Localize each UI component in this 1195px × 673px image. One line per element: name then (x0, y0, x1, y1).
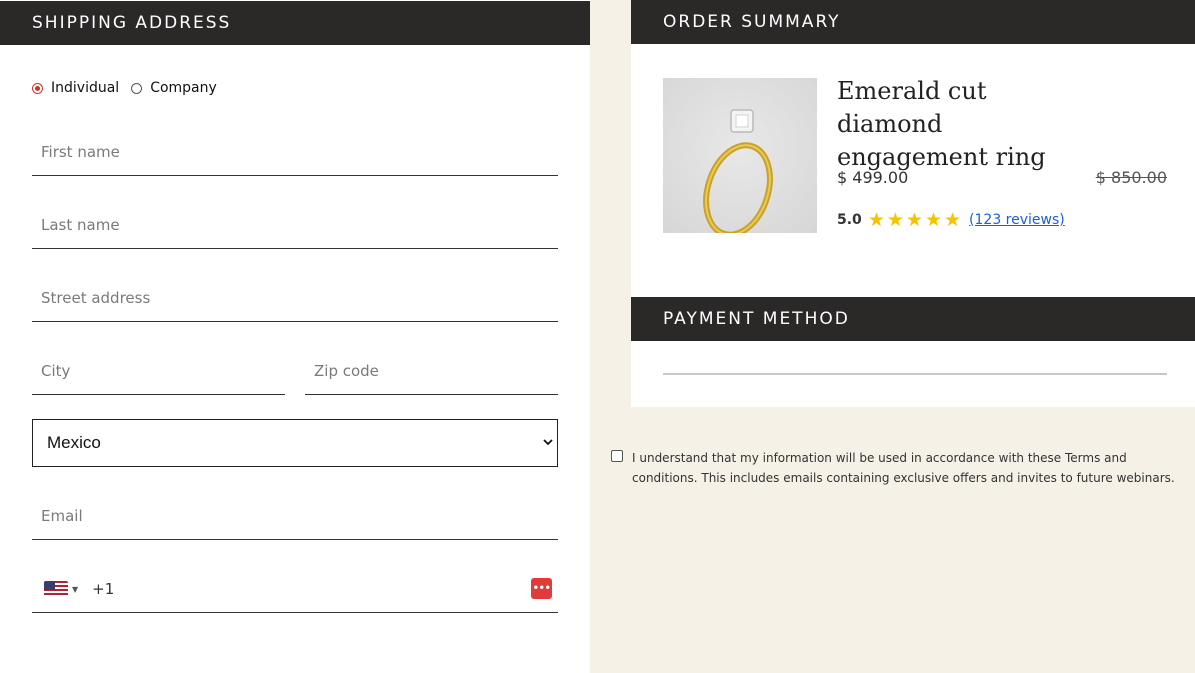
chevron-down-icon (543, 437, 553, 449)
country-selected-value: Mexico (47, 433, 101, 452)
star-icon: ★ (944, 209, 962, 231)
rating-value: 5.0 (837, 212, 862, 228)
company-label[interactable]: Company (150, 80, 217, 96)
street-address-input[interactable] (32, 275, 558, 321)
terms-checkbox[interactable] (611, 450, 623, 462)
last-name-input[interactable] (32, 202, 558, 248)
star-icon: ★ (886, 209, 904, 231)
street-address-field (32, 275, 558, 322)
rating-row: 5.0 ★ ★ ★ ★ ★ (123 reviews) (837, 210, 1065, 230)
shipping-header: SHIPPING ADDRESS (0, 1, 590, 45)
caret-down-icon[interactable]: ▼ (72, 585, 78, 594)
customer-type-group: Individual Company (32, 80, 229, 96)
product-title: Emerald cut diamond engagement ring (837, 77, 1046, 171)
order-panel: ORDER SUMMARY Emerald cut diamond engage… (631, 0, 1195, 407)
reviews-link[interactable]: (123 reviews) (969, 212, 1065, 228)
phone-field: ▼ +1 ••• (32, 566, 558, 613)
individual-radio[interactable] (32, 82, 43, 94)
payment-divider (663, 373, 1167, 375)
country-select[interactable]: Mexico (32, 419, 558, 467)
star-icon: ★ (867, 209, 885, 231)
zip-code-input[interactable] (305, 348, 558, 394)
terms-row: I understand that my information will be… (611, 448, 1181, 488)
company-radio[interactable] (131, 82, 143, 94)
email-input[interactable] (32, 493, 558, 539)
payment-method-header: PAYMENT METHOD (631, 297, 1195, 341)
shipping-panel: SHIPPING ADDRESS Individual Company Mexi… (0, 0, 590, 673)
original-price: $ 850.00 (1095, 168, 1167, 187)
city-input[interactable] (32, 348, 285, 394)
order-summary-header: ORDER SUMMARY (631, 0, 1195, 44)
product-price: $ 499.00 (837, 168, 909, 187)
password-manager-icon[interactable]: ••• (531, 578, 552, 599)
us-flag-icon[interactable] (44, 581, 68, 597)
product-image (663, 78, 817, 238)
city-field (32, 348, 285, 395)
first-name-field (32, 129, 558, 176)
last-name-field (32, 202, 558, 249)
first-name-input[interactable] (32, 129, 558, 175)
star-icon: ★ (924, 209, 942, 231)
email-field (32, 493, 558, 540)
star-icon: ★ (905, 209, 923, 231)
dial-code: +1 (92, 580, 115, 598)
terms-text: I understand that my information will be… (632, 451, 1175, 485)
zip-code-field (305, 348, 558, 395)
ring-icon (703, 109, 773, 238)
individual-label[interactable]: Individual (51, 80, 119, 96)
